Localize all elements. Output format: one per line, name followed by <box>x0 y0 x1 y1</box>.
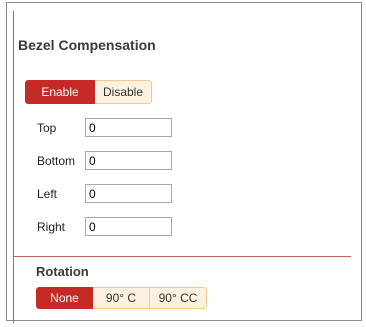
bezel-toggle-group: Enable Disable <box>25 80 152 104</box>
disable-button[interactable]: Disable <box>95 80 152 104</box>
rotation-toggle-group: None 90° C 90° CC <box>36 287 207 309</box>
right-label: Right <box>37 220 66 234</box>
rotation-90-clockwise-button[interactable]: 90° C <box>93 287 150 309</box>
right-input[interactable] <box>85 217 172 236</box>
accent-line <box>13 11 14 323</box>
left-label: Left <box>37 187 58 201</box>
enable-button[interactable]: Enable <box>25 80 95 104</box>
left-input[interactable] <box>85 184 172 203</box>
rotation-title: Rotation <box>36 264 89 279</box>
top-input[interactable] <box>85 118 172 137</box>
rotation-90-counterclockwise-button[interactable]: 90° CC <box>150 287 207 309</box>
rotation-none-button[interactable]: None <box>36 287 93 309</box>
top-label: Top <box>37 121 57 135</box>
bottom-input[interactable] <box>85 151 172 170</box>
bezel-compensation-title: Bezel Compensation <box>18 37 156 53</box>
section-divider <box>14 256 351 257</box>
bottom-label: Bottom <box>37 154 76 168</box>
